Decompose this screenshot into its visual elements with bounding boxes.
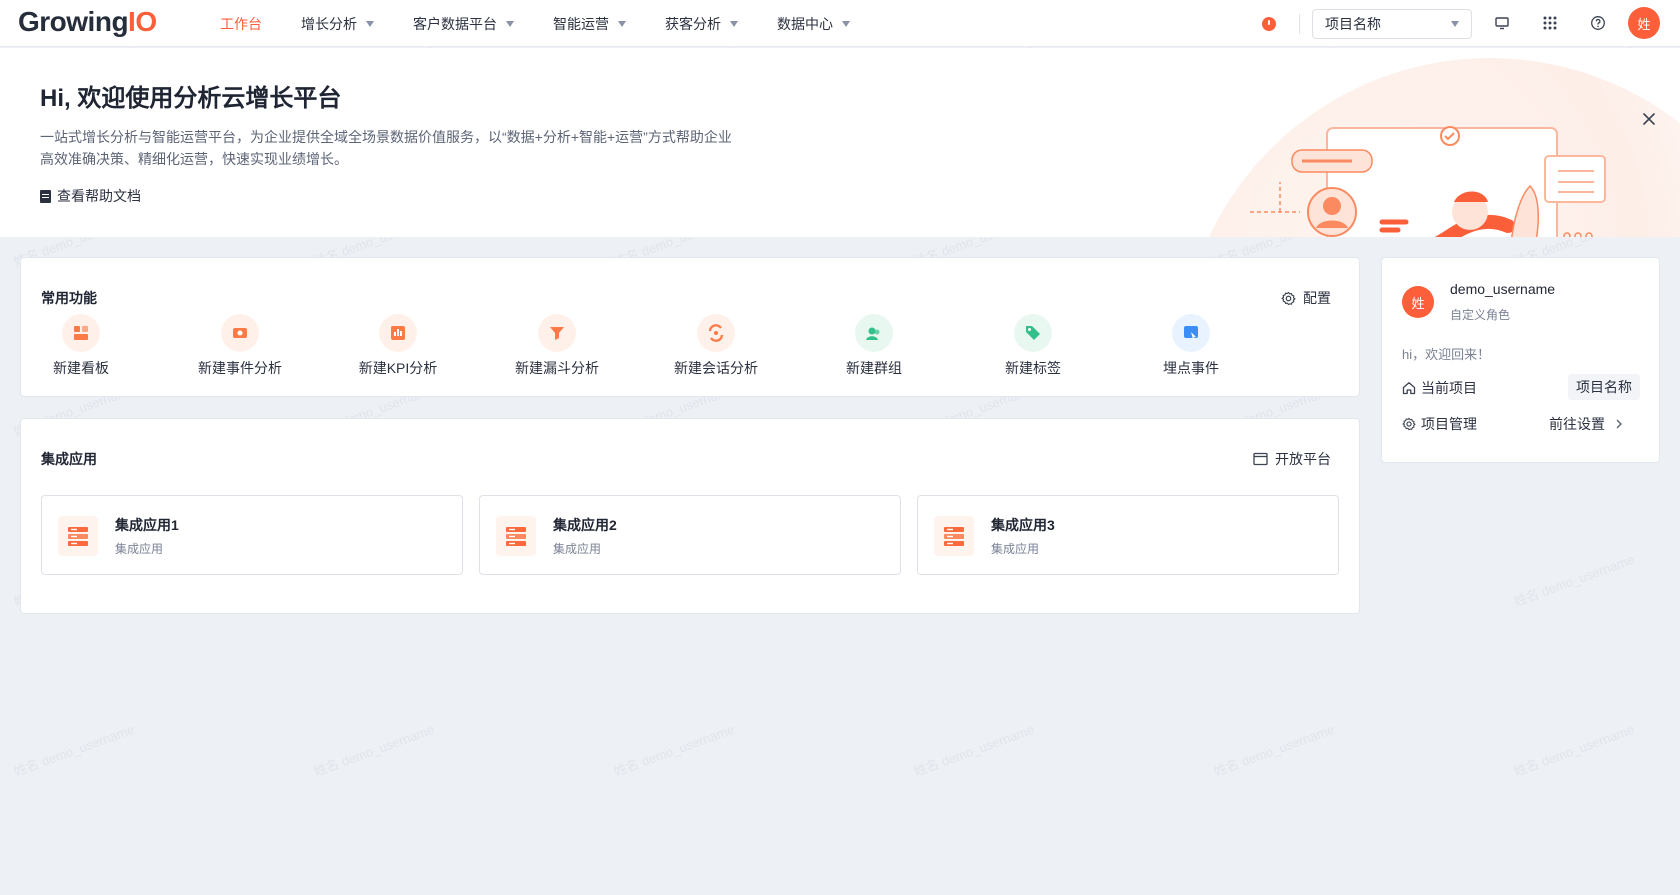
function-label: 埋点事件 — [1163, 360, 1219, 376]
session-analysis-icon — [697, 314, 735, 352]
chevron-down-icon — [1451, 21, 1459, 27]
go-to-settings-link[interactable]: 前往设置 — [1549, 414, 1624, 434]
avatar[interactable]: 姓 — [1402, 286, 1434, 318]
common-functions-card: 常用功能 配置 新建看板 新建事件分析 新建KPI分析 新建漏斗分析 新建会话分析 新建群… — [20, 257, 1360, 397]
nav-item-workbench[interactable]: 工作台 — [220, 14, 262, 34]
integration-app-tile[interactable]: 集成应用3 集成应用 — [917, 495, 1339, 575]
function-label: 新建会话分析 — [674, 360, 758, 376]
function-item[interactable]: 新建标签 — [973, 314, 1093, 378]
welcome-text: hi，欢迎回来！ — [1402, 347, 1491, 362]
monitor-icon[interactable] — [1493, 14, 1511, 32]
app-subtitle: 集成应用 — [553, 542, 602, 556]
server-stack-icon — [934, 516, 974, 556]
nav-item-data-center[interactable]: 数据中心 — [777, 14, 850, 34]
open-platform-button[interactable]: 开放平台 — [1253, 449, 1331, 469]
user-role: 自定义角色 — [1450, 308, 1511, 322]
window-icon — [1253, 452, 1268, 466]
function-item[interactable]: 新建KPI分析 — [338, 314, 458, 378]
nav-item-cdp[interactable]: 客户数据平台 — [413, 14, 514, 34]
chevron-down-icon — [506, 20, 514, 27]
document-icon — [40, 189, 51, 203]
watermark-text: 姓名 demo_username — [1511, 551, 1637, 610]
integrations-card: 集成应用 开放平台 集成应用1 集成应用 集成应用2 集成应用 集成应用3 集成… — [20, 418, 1360, 614]
function-label: 新建看板 — [53, 360, 109, 376]
help-docs-link[interactable]: 查看帮助文档 — [40, 186, 141, 206]
watermark-text: 姓名 demo_username — [611, 721, 737, 780]
user-info-panel: 姓 demo_username 自定义角色 hi，欢迎回来！ 当前项目 项目名称… — [1381, 257, 1660, 463]
funnel-analysis-icon — [538, 314, 576, 352]
user-group-icon — [855, 314, 893, 352]
function-label: 新建标签 — [1005, 360, 1061, 376]
gear-icon — [1402, 417, 1416, 431]
app-subtitle: 集成应用 — [991, 542, 1040, 556]
project-select[interactable]: 项目名称 — [1312, 9, 1472, 39]
common-functions-title: 常用功能 — [41, 290, 97, 306]
project-manage-label: 项目管理 — [1402, 414, 1477, 434]
current-project-label: 当前项目 — [1402, 378, 1477, 398]
watermark-text: 姓名 demo_username — [11, 721, 137, 780]
current-project-tag: 项目名称 — [1568, 374, 1640, 400]
dashboard-icon — [62, 314, 100, 352]
function-item[interactable]: 新建群组 — [814, 314, 934, 378]
function-item[interactable]: 新建会话分析 — [656, 314, 776, 378]
app-name: 集成应用1 — [115, 517, 179, 533]
function-label: 新建群组 — [846, 360, 902, 376]
avatar[interactable]: 姓 — [1628, 7, 1660, 39]
nav-item-smart-operations[interactable]: 智能运营 — [553, 14, 626, 34]
help-icon[interactable] — [1589, 14, 1607, 32]
app-name: 集成应用3 — [991, 517, 1055, 533]
home-icon — [1402, 382, 1416, 395]
function-item[interactable]: 新建看板 — [21, 314, 141, 378]
function-label: 新建KPI分析 — [358, 360, 438, 376]
gear-icon — [1281, 291, 1296, 305]
top-navigation-bar: GrowingIO 工作台 增长分析 客户数据平台 智能运营 获客分析 数据中心… — [0, 0, 1680, 47]
function-item[interactable]: 新建事件分析 — [180, 314, 300, 378]
chevron-down-icon — [618, 20, 626, 27]
function-item[interactable]: 埋点事件 — [1131, 314, 1251, 378]
integrations-title: 集成应用 — [41, 451, 97, 467]
banner-illustration — [1250, 126, 1606, 237]
banner-description: 一站式增长分析与智能运营平台，为企业提供全域全场景数据价值服务，以“数据+分析+… — [40, 129, 732, 167]
watermark-text: 姓名 demo_username — [1511, 721, 1637, 780]
chevron-down-icon — [842, 20, 850, 27]
event-analysis-icon — [221, 314, 259, 352]
kpi-analysis-icon — [379, 314, 417, 352]
app-name: 集成应用2 — [553, 517, 617, 533]
nav-item-growth-analysis[interactable]: 增长分析 — [301, 14, 374, 34]
chevron-down-icon — [730, 20, 738, 27]
nav-item-acquisition-analysis[interactable]: 获客分析 — [665, 14, 738, 34]
clock-icon[interactable] — [1262, 17, 1276, 31]
welcome-banner: Hi, 欢迎使用分析云增长平台 一站式增长分析与智能运营平台，为企业提供全域全场… — [0, 48, 1680, 237]
apps-grid-icon[interactable] — [1541, 14, 1559, 32]
integration-app-tile[interactable]: 集成应用2 集成应用 — [479, 495, 901, 575]
close-icon[interactable] — [1642, 112, 1660, 130]
username: demo_username — [1450, 281, 1556, 297]
main-nav: 工作台 增长分析 客户数据平台 智能运营 获客分析 数据中心 — [220, 0, 889, 47]
config-button[interactable]: 配置 — [1281, 288, 1331, 308]
tag-icon — [1014, 314, 1052, 352]
integration-app-tile[interactable]: 集成应用1 集成应用 — [41, 495, 463, 575]
tracking-event-icon — [1172, 314, 1210, 352]
chevron-down-icon — [366, 20, 374, 27]
function-label: 新建漏斗分析 — [515, 360, 599, 376]
banner-title: Hi, 欢迎使用分析云增长平台 — [40, 85, 342, 112]
server-stack-icon — [496, 516, 536, 556]
watermark-text: 姓名 demo_username — [1211, 721, 1337, 780]
watermark-text: 姓名 demo_username — [311, 721, 437, 780]
watermark-text: 姓名 demo_username — [911, 721, 1037, 780]
divider — [1299, 14, 1300, 34]
server-stack-icon — [58, 516, 98, 556]
function-item[interactable]: 新建漏斗分析 — [497, 314, 617, 378]
growingio-logo[interactable]: GrowingIO — [18, 6, 157, 38]
function-label: 新建事件分析 — [198, 360, 282, 376]
app-subtitle: 集成应用 — [115, 542, 164, 556]
chevron-right-icon — [1616, 419, 1622, 429]
